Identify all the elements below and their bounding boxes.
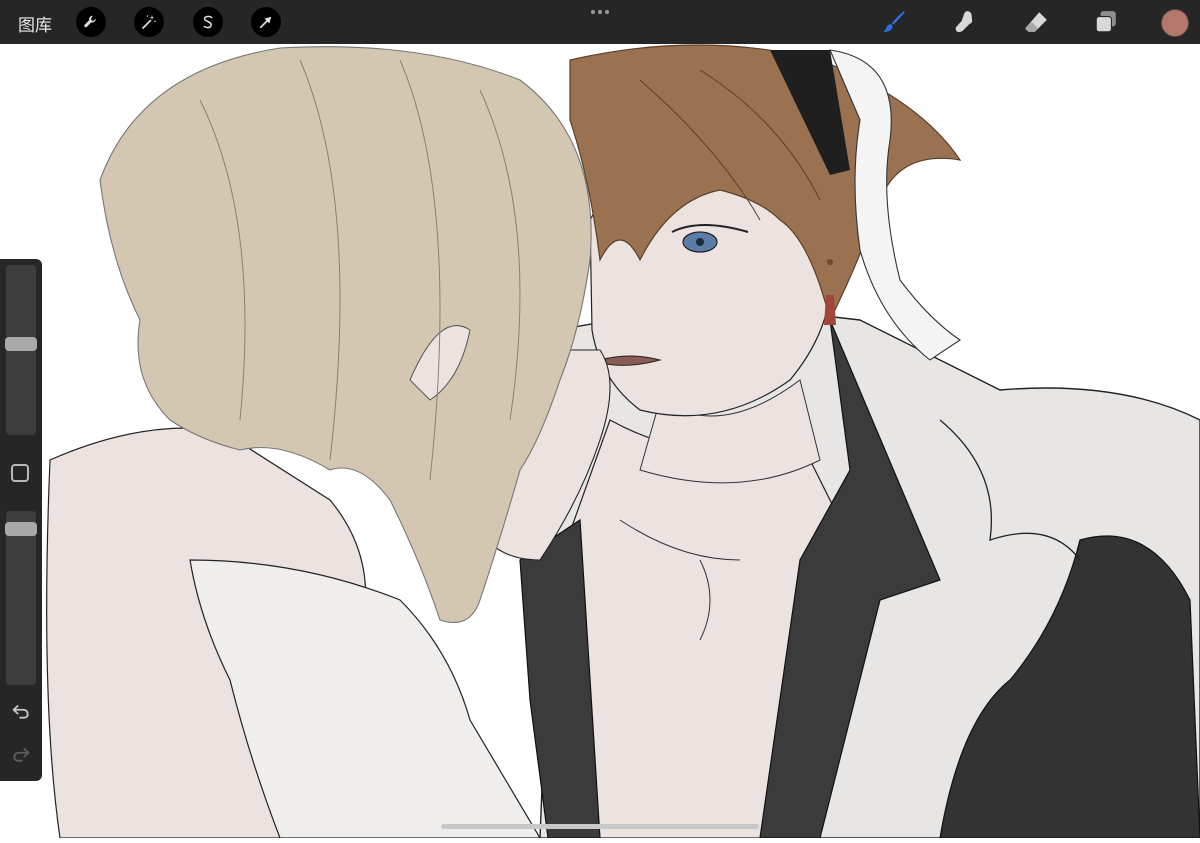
redo-button[interactable]	[10, 743, 32, 765]
artwork	[0, 44, 1200, 839]
undo-button[interactable]	[10, 700, 32, 722]
arrow-cursor-icon	[259, 16, 272, 29]
adjustments-button[interactable]	[134, 7, 164, 37]
square-modify-icon[interactable]	[11, 464, 29, 482]
actions-button[interactable]	[76, 7, 106, 37]
home-indicator	[441, 824, 759, 829]
brush-opacity-slider[interactable]	[5, 511, 37, 685]
eraser-button[interactable]	[1020, 6, 1052, 38]
left-sidebar	[0, 259, 42, 781]
smudge-button[interactable]	[949, 6, 981, 38]
brush-size-thumb[interactable]	[5, 336, 37, 351]
layers-button[interactable]	[1090, 6, 1122, 38]
layers-icon	[1095, 11, 1116, 33]
selection-s-icon	[203, 15, 213, 29]
transform-button[interactable]	[251, 7, 281, 37]
drawing-canvas[interactable]	[0, 44, 1200, 839]
eraser-icon	[1025, 12, 1047, 32]
brush-opacity-thumb[interactable]	[5, 522, 37, 537]
ellipsis-icon[interactable]	[588, 2, 612, 22]
smudge-icon	[955, 11, 973, 33]
magic-wand-icon	[142, 15, 156, 29]
brush-icon	[883, 11, 905, 32]
undo-icon	[12, 705, 29, 719]
redo-icon	[13, 748, 30, 762]
brush-button[interactable]	[878, 6, 910, 38]
wrench-icon	[84, 15, 96, 28]
gallery-button[interactable]: 图库	[18, 11, 52, 36]
top-toolbar: 图库	[0, 0, 1200, 44]
brush-size-slider[interactable]	[5, 265, 37, 435]
color-picker-swatch[interactable]	[1161, 9, 1189, 37]
selection-button[interactable]	[193, 7, 223, 37]
